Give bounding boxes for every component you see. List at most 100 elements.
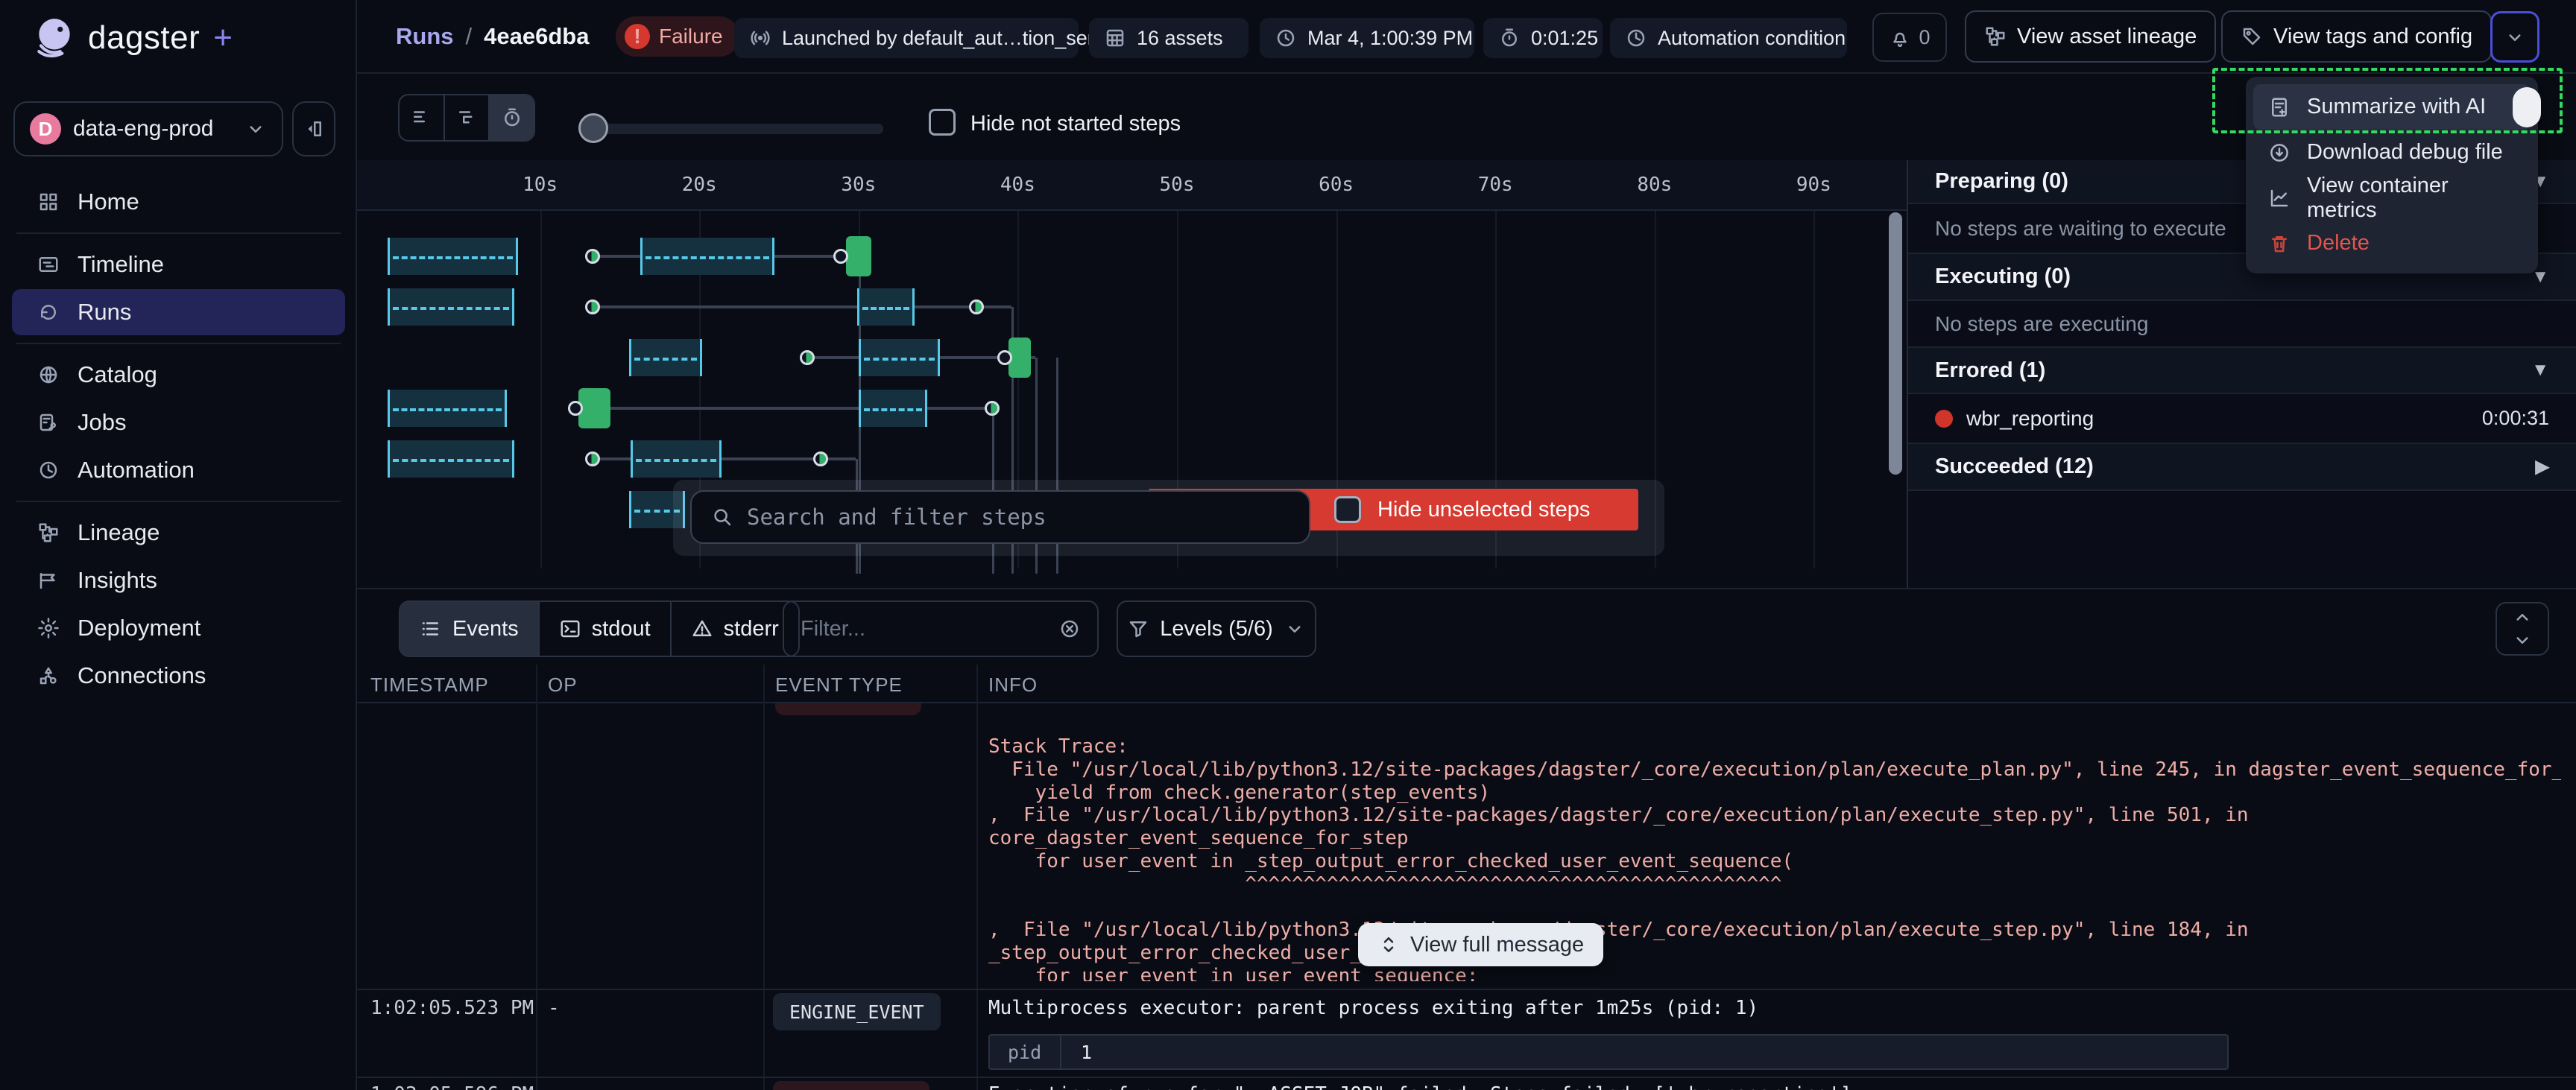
sidebar-item-label: Jobs — [78, 409, 126, 436]
tab-label: stderr — [724, 617, 779, 641]
step-search-placeholder: Search and filter steps — [747, 504, 1046, 530]
notifications-button[interactable]: 0 — [1872, 13, 1947, 62]
sidebar-item-label: Lineage — [78, 519, 160, 546]
notifications-count: 0 — [1919, 26, 1930, 49]
expand-panel-button[interactable] — [2496, 602, 2549, 656]
home-icon — [37, 191, 60, 213]
step-bar-succeeded[interactable] — [846, 236, 871, 276]
sidebar-item-jobs[interactable]: Jobs — [12, 399, 345, 446]
sidebar-item-insights[interactable]: Insights — [12, 557, 345, 603]
sidebar-item-runs[interactable]: Runs — [12, 289, 345, 335]
sensor-icon — [749, 27, 771, 49]
step-search-input[interactable]: Search and filter steps — [690, 490, 1310, 544]
caret-down-icon[interactable]: ▼ — [2531, 360, 2549, 381]
view-full-message-button[interactable]: View full message — [1358, 923, 1603, 966]
clear-icon[interactable] — [1058, 618, 1081, 640]
view-tags-config-button[interactable]: View tags and config — [2221, 10, 2492, 63]
menu-item-label: Download debug file — [2307, 140, 2503, 165]
view-asset-lineage-button[interactable]: View asset lineage — [1965, 10, 2216, 63]
run-tag-pill: 16 assets — [1089, 18, 1248, 58]
column-header: EVENT TYPE — [775, 674, 903, 697]
step-bar-succeeded[interactable] — [578, 388, 610, 428]
sidebar-item-connections[interactable]: Connections — [12, 653, 345, 699]
run-actions-dropdown-button[interactable] — [2490, 11, 2539, 63]
step-bar-not-started[interactable] — [640, 238, 774, 275]
axis-tick-label: 30s — [841, 174, 876, 196]
breadcrumb-runs-link[interactable]: Runs — [396, 23, 454, 50]
step-bar-not-started[interactable] — [388, 440, 515, 478]
menu-item-view-container-metrics[interactable]: View container metrics — [2253, 175, 2531, 221]
sidebar-item-label: Home — [78, 188, 139, 215]
gantt-gridline — [1813, 211, 1815, 568]
menu-item-delete[interactable]: Delete — [2253, 221, 2531, 266]
sidebar-item-label: Deployment — [78, 615, 201, 641]
list-icon — [420, 618, 442, 640]
sidebar-item-label: Insights — [78, 567, 157, 594]
step-bar-not-started[interactable] — [631, 440, 722, 478]
run-actions-menu: Summarize with AI Download debug file View… — [2246, 77, 2538, 273]
workspace-selector[interactable]: D data-eng-prod — [13, 101, 283, 156]
run-tag-pill: Automation condition — [1610, 18, 1847, 58]
hide-not-started-checkbox[interactable] — [929, 109, 956, 136]
clock-icon — [1275, 27, 1297, 49]
zoom-slider-knob[interactable] — [578, 113, 608, 143]
summarize-icon — [2268, 96, 2291, 118]
menu-item-label: Summarize with AI — [2307, 95, 2486, 119]
levels-dropdown[interactable]: Levels (5/6) — [1117, 601, 1316, 657]
menu-item-summarize-with-ai[interactable]: Summarize with AI — [2253, 84, 2531, 130]
chevron-down-icon — [1284, 618, 1306, 640]
dagster-logo: dagster + — [31, 15, 233, 61]
step-marker — [985, 401, 1000, 416]
sidebar-nav: Home TimelineRuns Catalog Jobs Automation Lin… — [0, 177, 357, 700]
automation-icon — [37, 459, 60, 481]
tab-stdout[interactable]: stdout — [540, 602, 672, 656]
step-bar-not-started[interactable] — [859, 339, 940, 376]
status-badge: ! Failure — [616, 16, 739, 57]
sidebar-collapse-button[interactable] — [292, 101, 335, 156]
errored-step-row[interactable]: wbr_reporting0:00:31 — [1908, 394, 2576, 444]
step-bar-not-started[interactable] — [388, 390, 507, 427]
run-tag-pill: Mar 4, 1:00:39 PM — [1260, 18, 1474, 58]
stopwatch-icon — [501, 107, 523, 129]
log-filter-input[interactable]: Filter... — [783, 601, 1099, 657]
step-duration: 0:00:31 — [2482, 407, 2549, 430]
timed-view-button[interactable] — [490, 95, 534, 140]
status-panel-filler — [1908, 491, 2576, 588]
tab-events[interactable]: Events — [400, 602, 540, 656]
sidebar-item-home[interactable]: Home — [12, 179, 345, 225]
status-label: Errored (1) — [1935, 358, 2045, 383]
tab-stderr[interactable]: stderr — [672, 602, 798, 656]
hide-unselected-checkbox[interactable] — [1334, 496, 1361, 523]
zoom-slider-track[interactable] — [585, 124, 883, 134]
sidebar-item-automation[interactable]: Automation — [12, 447, 345, 493]
step-bar-not-started[interactable] — [857, 288, 915, 326]
step-marker — [585, 300, 600, 314]
status-label: Preparing (0) — [1935, 169, 2068, 194]
axis-tick-label: 20s — [682, 174, 717, 196]
gantt-scrollbar[interactable] — [1889, 212, 1902, 475]
deployment-icon — [37, 617, 60, 639]
step-bar-not-started[interactable] — [859, 390, 927, 427]
caret-right-icon[interactable]: ▶ — [2536, 456, 2549, 478]
event-type-badge: RUN_FAILURE — [773, 1081, 929, 1090]
step-marker — [800, 350, 815, 365]
status-section-header[interactable]: Errored (1) ▼ — [1908, 348, 2576, 394]
flat-view-button[interactable] — [400, 95, 445, 140]
events-table-header: TIMESTAMPOPEVENT TYPEINFO — [357, 665, 2576, 703]
sidebar-item-catalog[interactable]: Catalog — [12, 352, 345, 398]
step-status-dot — [1935, 410, 1953, 428]
gantt-time-axis: 10s20s30s40s50s60s70s80s90s — [357, 160, 1907, 211]
menu-item-download-debug-file[interactable]: Download debug file — [2253, 130, 2531, 175]
lineage-icon — [1984, 25, 2007, 48]
sidebar: dagster + D data-eng-prod Home TimelineRu… — [0, 0, 357, 1090]
sidebar-item-lineage[interactable]: Lineage — [12, 510, 345, 556]
sidebar-item-deployment[interactable]: Deployment — [12, 605, 345, 651]
step-bar-not-started[interactable] — [388, 238, 518, 275]
step-bar-not-started[interactable] — [629, 339, 702, 376]
sidebar-item-timeline[interactable]: Timeline — [12, 241, 345, 288]
step-bar-not-started[interactable] — [388, 288, 515, 326]
status-label: Succeeded (12) — [1935, 454, 2094, 479]
waterfall-view-button[interactable] — [445, 95, 490, 140]
status-section-header[interactable]: Succeeded (12) ▶ — [1908, 444, 2576, 491]
sidebar-divider — [16, 232, 341, 234]
